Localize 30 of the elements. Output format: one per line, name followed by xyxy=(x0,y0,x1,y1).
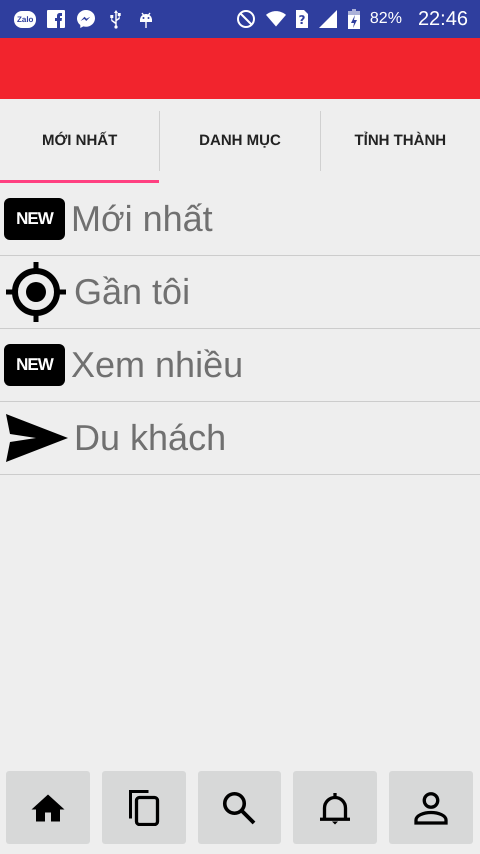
search-icon xyxy=(221,790,258,826)
clock-time: 22:46 xyxy=(418,8,468,30)
sim-icon: ? xyxy=(296,9,308,29)
tab[interactable]: TỈNH THÀNH xyxy=(320,99,480,183)
do-not-disturb-icon xyxy=(236,9,256,29)
search-button[interactable] xyxy=(198,771,282,844)
profile-button[interactable] xyxy=(389,771,473,844)
person-icon xyxy=(413,790,450,826)
zalo-icon: Zalo xyxy=(14,10,36,28)
notifications-button[interactable] xyxy=(293,771,378,844)
wifi-icon xyxy=(266,9,286,29)
list-item-label: Mới nhất xyxy=(71,198,213,240)
battery-percent: 82% xyxy=(370,10,402,28)
list-item-label: Du khách xyxy=(74,417,226,459)
copy-button[interactable] xyxy=(102,771,186,844)
home-button[interactable] xyxy=(6,771,90,844)
new-badge-icon: NEW xyxy=(4,198,65,240)
messenger-icon xyxy=(76,9,96,29)
target-icon xyxy=(4,260,68,324)
list-item[interactable]: NEW Xem nhiều xyxy=(0,329,480,402)
new-badge-icon: NEW xyxy=(4,344,65,386)
signal-icon xyxy=(318,9,338,29)
facebook-icon xyxy=(46,9,66,29)
list-item-label: Xem nhiều xyxy=(71,344,244,386)
list-item[interactable]: Gần tôi xyxy=(0,256,480,329)
battery-icon xyxy=(348,9,360,29)
list-item[interactable]: Du khách xyxy=(0,402,480,475)
list-item-label: Gần tôi xyxy=(74,271,190,313)
tab[interactable]: DANH MỤC xyxy=(160,99,320,183)
list-item[interactable]: NEW Mới nhất xyxy=(0,183,480,256)
